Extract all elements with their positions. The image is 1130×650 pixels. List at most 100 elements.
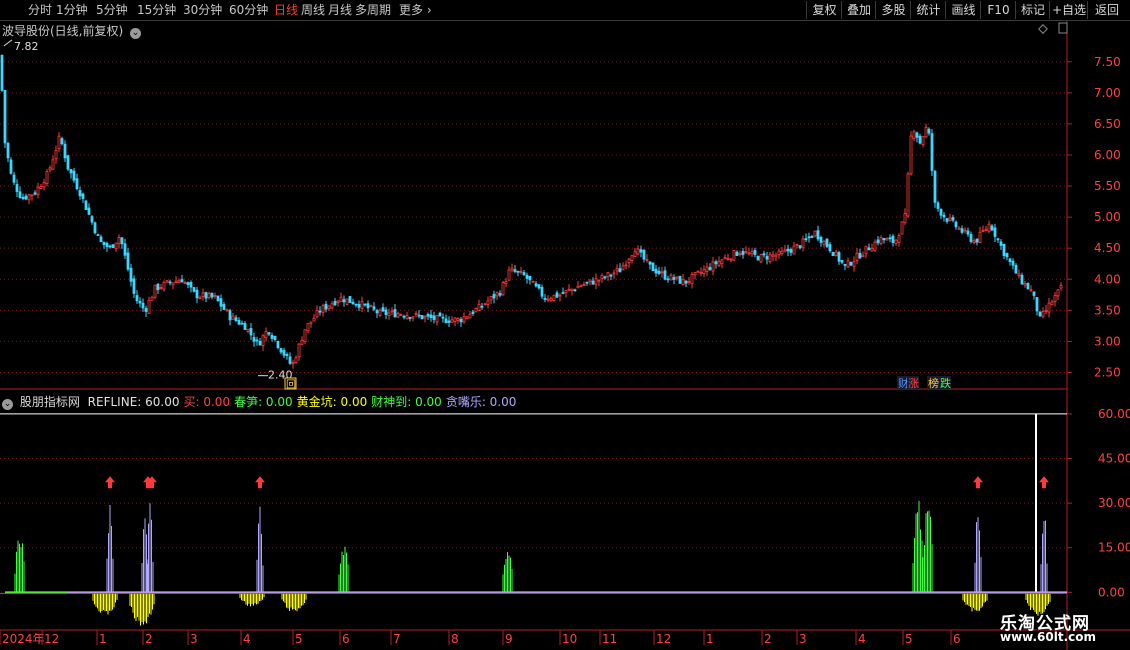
candle-body [132, 278, 136, 294]
golden-pit-area [962, 592, 988, 612]
kline-chart[interactable]: 7.50 7.00 6.50 6.00 5.50 5.00 4.50 4.00 3.50 3.00… [0, 0, 1130, 650]
toolbar-action-1[interactable]: 叠加 [841, 1, 876, 19]
candle-body [531, 280, 535, 283]
candle-body [666, 278, 670, 281]
candle-body [30, 194, 34, 197]
candle-body [804, 238, 808, 241]
candle-body [990, 225, 994, 231]
candle-body [807, 236, 811, 239]
candle-body [1026, 283, 1030, 290]
candle-body [111, 244, 115, 249]
candle-body [564, 290, 568, 294]
candle-body [87, 207, 91, 215]
period-tab-8[interactable]: 月线 [328, 2, 352, 18]
candle-body [324, 303, 328, 310]
candle-body [756, 255, 760, 261]
candle-body [117, 237, 121, 245]
time-tick-label: 3 [799, 632, 807, 646]
candle-body [861, 254, 865, 257]
candle-body [405, 315, 409, 320]
period-tab-1[interactable]: 1分钟 [56, 2, 88, 18]
candle-body [1032, 291, 1036, 296]
candle-body [909, 135, 913, 175]
candle-body [639, 249, 643, 253]
candle-body [294, 357, 298, 363]
candle-body [876, 239, 880, 244]
period-tab-6[interactable]: 日线 [274, 2, 298, 18]
buy-arrow [1039, 476, 1049, 489]
candle-body [570, 288, 574, 292]
indicator-param-1: 买: 0.00 [183, 395, 231, 409]
period-tab-7[interactable]: 周线 [301, 2, 325, 18]
toolbar-action-2[interactable]: 多股 [875, 1, 911, 19]
candle-body [168, 281, 172, 284]
indicator-tick-label: 0.00 [1098, 585, 1125, 599]
period-tab-3[interactable]: 15分钟 [137, 2, 176, 18]
candle-body [189, 282, 193, 288]
candle-body [81, 193, 85, 199]
candle-body [267, 332, 271, 335]
golden-pit-area [129, 592, 155, 626]
candle-body [735, 251, 739, 256]
period-tab-5[interactable]: 60分钟 [229, 2, 268, 18]
toolbar-action-7[interactable]: +自选 [1049, 1, 1088, 19]
candle-body [384, 309, 388, 315]
candle-body [435, 315, 439, 323]
candle-body [948, 217, 952, 221]
period-tab-4[interactable]: 30分钟 [183, 2, 222, 18]
period-tab-2[interactable]: 5分钟 [96, 2, 128, 18]
candle-body [534, 283, 538, 287]
candle-body [471, 311, 475, 314]
candle-body [975, 238, 979, 243]
toolbar-action-3[interactable]: 统计 [910, 1, 946, 19]
candle-body [147, 300, 151, 314]
candle-body [78, 190, 82, 197]
period-tab-9[interactable]: 多周期 [355, 2, 391, 18]
event-badge: 跌 [940, 376, 951, 390]
candle-body [900, 221, 904, 235]
candle-body [297, 343, 301, 358]
candle-body [711, 261, 715, 272]
candle-body [174, 280, 178, 283]
candle-body [528, 275, 532, 281]
candle-body [75, 178, 79, 190]
candle-body [468, 313, 472, 319]
candle-body [648, 261, 652, 265]
candle-body [747, 252, 751, 255]
candle-body [1011, 260, 1015, 266]
candle-body [171, 282, 175, 286]
chevron-down-icon[interactable]: ⌄ [2, 399, 13, 410]
candle-body [399, 314, 403, 317]
toolbar-action-8[interactable]: 返回 [1087, 1, 1126, 19]
toolbar-action-0[interactable]: 复权 [806, 1, 842, 19]
high-price-label: 7.82 [14, 40, 39, 53]
candle-body [396, 313, 400, 318]
candle-body [906, 173, 910, 217]
period-tab-0[interactable]: 分时 [28, 2, 52, 18]
greedy-area [256, 506, 264, 593]
candle-body [426, 314, 430, 317]
candle-body [474, 308, 478, 313]
candle-body [249, 328, 253, 336]
event-badge: 涨 [908, 377, 919, 390]
candle-body [54, 150, 58, 159]
candle-body [540, 287, 544, 297]
period-tab-10[interactable]: 更多 › [399, 2, 432, 18]
candle-body [36, 186, 40, 196]
candle-body [669, 274, 673, 281]
candle-body [984, 228, 988, 231]
candle-body [105, 243, 109, 248]
toolbar-action-5[interactable]: F10 [980, 1, 1016, 19]
chevron-down-icon[interactable]: ⌄ [130, 28, 142, 39]
main-chart-title: 波导股份(日线,前复权) ⌄ [2, 22, 142, 39]
golden-pit-area [92, 592, 118, 615]
price-tick-label: 3.00 [1094, 334, 1121, 348]
toolbar-action-6[interactable]: 标记 [1015, 1, 1050, 19]
price-tick-label: 2.50 [1094, 365, 1121, 379]
candle-body [234, 317, 238, 321]
candle-body [381, 307, 385, 312]
time-tick-label: 2 [145, 632, 153, 646]
toolbar-action-4[interactable]: 画线 [945, 1, 981, 19]
candle-body [741, 251, 745, 255]
time-tick-label: 4 [243, 632, 251, 646]
